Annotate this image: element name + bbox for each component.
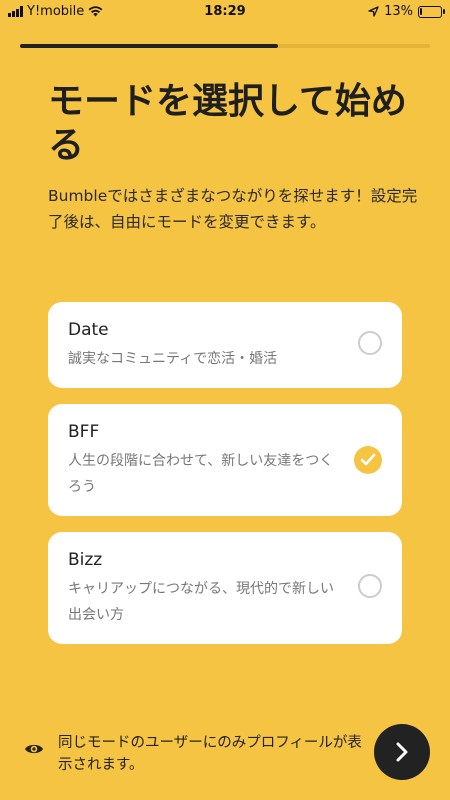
progress-fill	[20, 44, 279, 48]
option-title: Bizz	[68, 550, 103, 570]
option-description: 人生の段階に合わせて、新しい友達をつくろう	[68, 453, 334, 495]
battery-percent: 13%	[384, 4, 413, 19]
mode-option-bizz[interactable]: Bizz キャリアップにつながる、現代的で新しい出会い方	[48, 532, 402, 644]
mode-options: Date 誠実なコミュニティで恋活・婚活 BFF 人生の段階に合わせて、新しい友…	[48, 302, 402, 660]
battery-icon	[418, 5, 445, 18]
page-subtitle: Bumbleではさまざまなつながりを探せます！設定完了後は、自由にモードを変更で…	[48, 187, 418, 231]
radio-unchecked-icon[interactable]	[358, 331, 382, 355]
eye-icon	[25, 744, 43, 754]
option-title: Date	[68, 320, 109, 340]
chevron-right-icon	[396, 742, 408, 762]
radio-checked-icon[interactable]	[354, 446, 382, 474]
status-right: 13%	[368, 4, 445, 19]
option-title: BFF	[68, 422, 100, 442]
location-arrow-icon	[368, 6, 379, 17]
battery-level	[420, 7, 423, 15]
progress-bar	[20, 44, 430, 48]
mode-option-date[interactable]: Date 誠実なコミュニティで恋活・婚活	[48, 302, 402, 388]
next-button[interactable]	[374, 724, 430, 780]
visibility-note: 同じモードのユーザーにのみプロフィールが表示されます。	[58, 735, 362, 773]
page-title: モードを選択して始める	[48, 81, 407, 166]
radio-unchecked-icon[interactable]	[358, 574, 382, 598]
status-bar: Y!mobile 18:29 13%	[0, 0, 450, 26]
mode-option-bff[interactable]: BFF 人生の段階に合わせて、新しい友達をつくろう	[48, 404, 402, 516]
option-description: 誠実なコミュニティで恋活・婚活	[68, 351, 278, 367]
option-description: キャリアップにつながる、現代的で新しい出会い方	[68, 581, 334, 623]
checkmark-icon	[360, 453, 376, 466]
